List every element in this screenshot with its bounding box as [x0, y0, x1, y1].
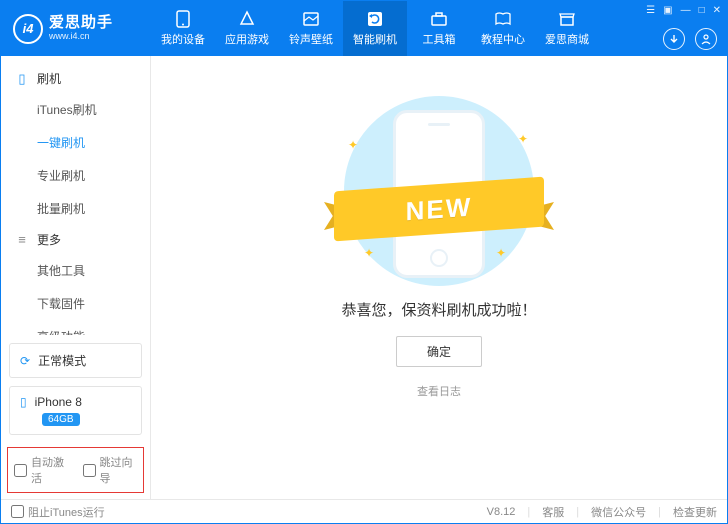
book-icon [492, 10, 514, 28]
nav-label: 应用游戏 [225, 31, 269, 47]
device-name: iPhone 8 [35, 395, 82, 409]
sidebar-group-flash: ▯ 刷机 [1, 64, 150, 93]
user-icon[interactable] [695, 28, 717, 50]
brand-name: 爱思助手 [49, 15, 113, 32]
phone-icon: ▯ [15, 71, 29, 87]
nav-label: 爱思商城 [545, 31, 589, 47]
nav-ringtones[interactable]: 铃声壁纸 [279, 1, 343, 56]
sidebar-item-other-tools[interactable]: 其他工具 [1, 254, 150, 287]
checkbox-label: 跳过向导 [100, 454, 138, 486]
ok-button[interactable]: 确定 [396, 336, 482, 367]
group-label: 刷机 [37, 70, 61, 87]
wallpaper-icon [300, 10, 322, 28]
sidebar-item-advanced[interactable]: 高级功能 [1, 320, 150, 335]
device-icon: ▯ [20, 395, 27, 409]
support-link[interactable]: 客服 [542, 504, 564, 520]
auto-activate-input[interactable] [14, 464, 27, 477]
success-illustration: NEW ✦ ✦ ✦ ✦ [324, 96, 554, 281]
main-content: NEW ✦ ✦ ✦ ✦ 恭喜您，保资料刷机成功啦！ 确定 查看日志 [151, 56, 727, 499]
device-box[interactable]: ▯ iPhone 8 64GB [9, 386, 142, 435]
nav-label: 铃声壁纸 [289, 31, 333, 47]
top-nav: 我的设备 应用游戏 铃声壁纸 智能刷机 [151, 1, 599, 56]
app-header: i4 爱思助手 www.i4.cn 我的设备 应用游戏 [1, 1, 727, 56]
nav-label: 工具箱 [423, 31, 456, 47]
menu-icon[interactable]: ☰ [646, 5, 655, 16]
ribbon-text: NEW [334, 177, 544, 242]
group-label: 更多 [37, 231, 61, 248]
sparkle-icon: ✦ [496, 246, 506, 260]
sidebar-item-download-firmware[interactable]: 下载固件 [1, 287, 150, 320]
wechat-link[interactable]: 微信公众号 [591, 504, 646, 520]
nav-label: 教程中心 [481, 31, 525, 47]
checkbox-label: 自动激活 [31, 454, 69, 486]
block-itunes-checkbox[interactable]: 阻止iTunes运行 [11, 504, 105, 520]
logo-text: 爱思助手 www.i4.cn [49, 15, 113, 41]
sidebar-scroll[interactable]: ▯ 刷机 iTunes刷机 一键刷机 专业刷机 批量刷机 ≡ 更多 其他工具 下… [1, 56, 150, 335]
user-controls [663, 28, 717, 50]
body: ▯ 刷机 iTunes刷机 一键刷机 专业刷机 批量刷机 ≡ 更多 其他工具 下… [1, 56, 727, 499]
nav-label: 我的设备 [161, 31, 205, 47]
nav-my-device[interactable]: 我的设备 [151, 1, 215, 56]
mode-label: 正常模式 [38, 352, 86, 369]
more-icon: ≡ [15, 232, 29, 247]
skip-guide-checkbox[interactable]: 跳过向导 [83, 454, 138, 486]
nav-store[interactable]: 爱思商城 [535, 1, 599, 56]
flash-icon [364, 10, 386, 28]
sparkle-icon: ✦ [364, 246, 374, 260]
sidebar-item-batch-flash[interactable]: 批量刷机 [1, 192, 150, 225]
refresh-icon: ⟳ [20, 354, 30, 368]
sidebar: ▯ 刷机 iTunes刷机 一键刷机 专业刷机 批量刷机 ≡ 更多 其他工具 下… [1, 56, 151, 499]
nav-toolbox[interactable]: 工具箱 [407, 1, 471, 56]
logo[interactable]: i4 爱思助手 www.i4.cn [1, 14, 151, 44]
app-window: i4 爱思助手 www.i4.cn 我的设备 应用游戏 [0, 0, 728, 524]
success-message: 恭喜您，保资料刷机成功啦！ [341, 299, 536, 320]
sidebar-group-more: ≡ 更多 [1, 225, 150, 254]
separator: | [576, 506, 579, 518]
mode-box[interactable]: ⟳ 正常模式 [9, 343, 142, 378]
separator: | [527, 506, 530, 518]
nav-label: 智能刷机 [353, 31, 397, 47]
sparkle-icon: ✦ [348, 138, 358, 152]
store-icon [556, 10, 578, 28]
close-icon[interactable]: ✕ [713, 5, 721, 16]
toolbox-icon [428, 10, 450, 28]
auto-activate-checkbox[interactable]: 自动激活 [14, 454, 69, 486]
maximize-icon[interactable]: □ [699, 5, 705, 16]
version-label: V8.12 [487, 506, 516, 518]
nav-flash[interactable]: 智能刷机 [343, 1, 407, 56]
status-bar: 阻止iTunes运行 V8.12 | 客服 | 微信公众号 | 检查更新 [1, 499, 727, 523]
logo-badge: i4 [13, 14, 43, 44]
sidebar-item-pro-flash[interactable]: 专业刷机 [1, 159, 150, 192]
view-log-link[interactable]: 查看日志 [417, 383, 461, 399]
apps-icon [236, 10, 258, 28]
new-ribbon: NEW [334, 184, 544, 234]
block-itunes-input[interactable] [11, 505, 24, 518]
window-controls: ☰ ▣ ― □ ✕ [646, 5, 721, 16]
nav-apps[interactable]: 应用游戏 [215, 1, 279, 56]
checkbox-label: 阻止iTunes运行 [28, 504, 105, 520]
separator: | [658, 506, 661, 518]
minimize-icon[interactable]: ― [681, 5, 691, 16]
sidebar-item-itunes-flash[interactable]: iTunes刷机 [1, 93, 150, 126]
storage-badge: 64GB [42, 413, 80, 426]
nav-tutorials[interactable]: 教程中心 [471, 1, 535, 56]
sparkle-icon: ✦ [518, 132, 528, 146]
sidebar-item-oneclick-flash[interactable]: 一键刷机 [1, 126, 150, 159]
skip-guide-input[interactable] [83, 464, 96, 477]
brand-url: www.i4.cn [49, 32, 113, 42]
skin-icon[interactable]: ▣ [663, 5, 672, 16]
phone-icon [172, 10, 194, 28]
check-update-link[interactable]: 检查更新 [673, 504, 717, 520]
flash-options: 自动激活 跳过向导 [7, 447, 144, 493]
download-icon[interactable] [663, 28, 685, 50]
